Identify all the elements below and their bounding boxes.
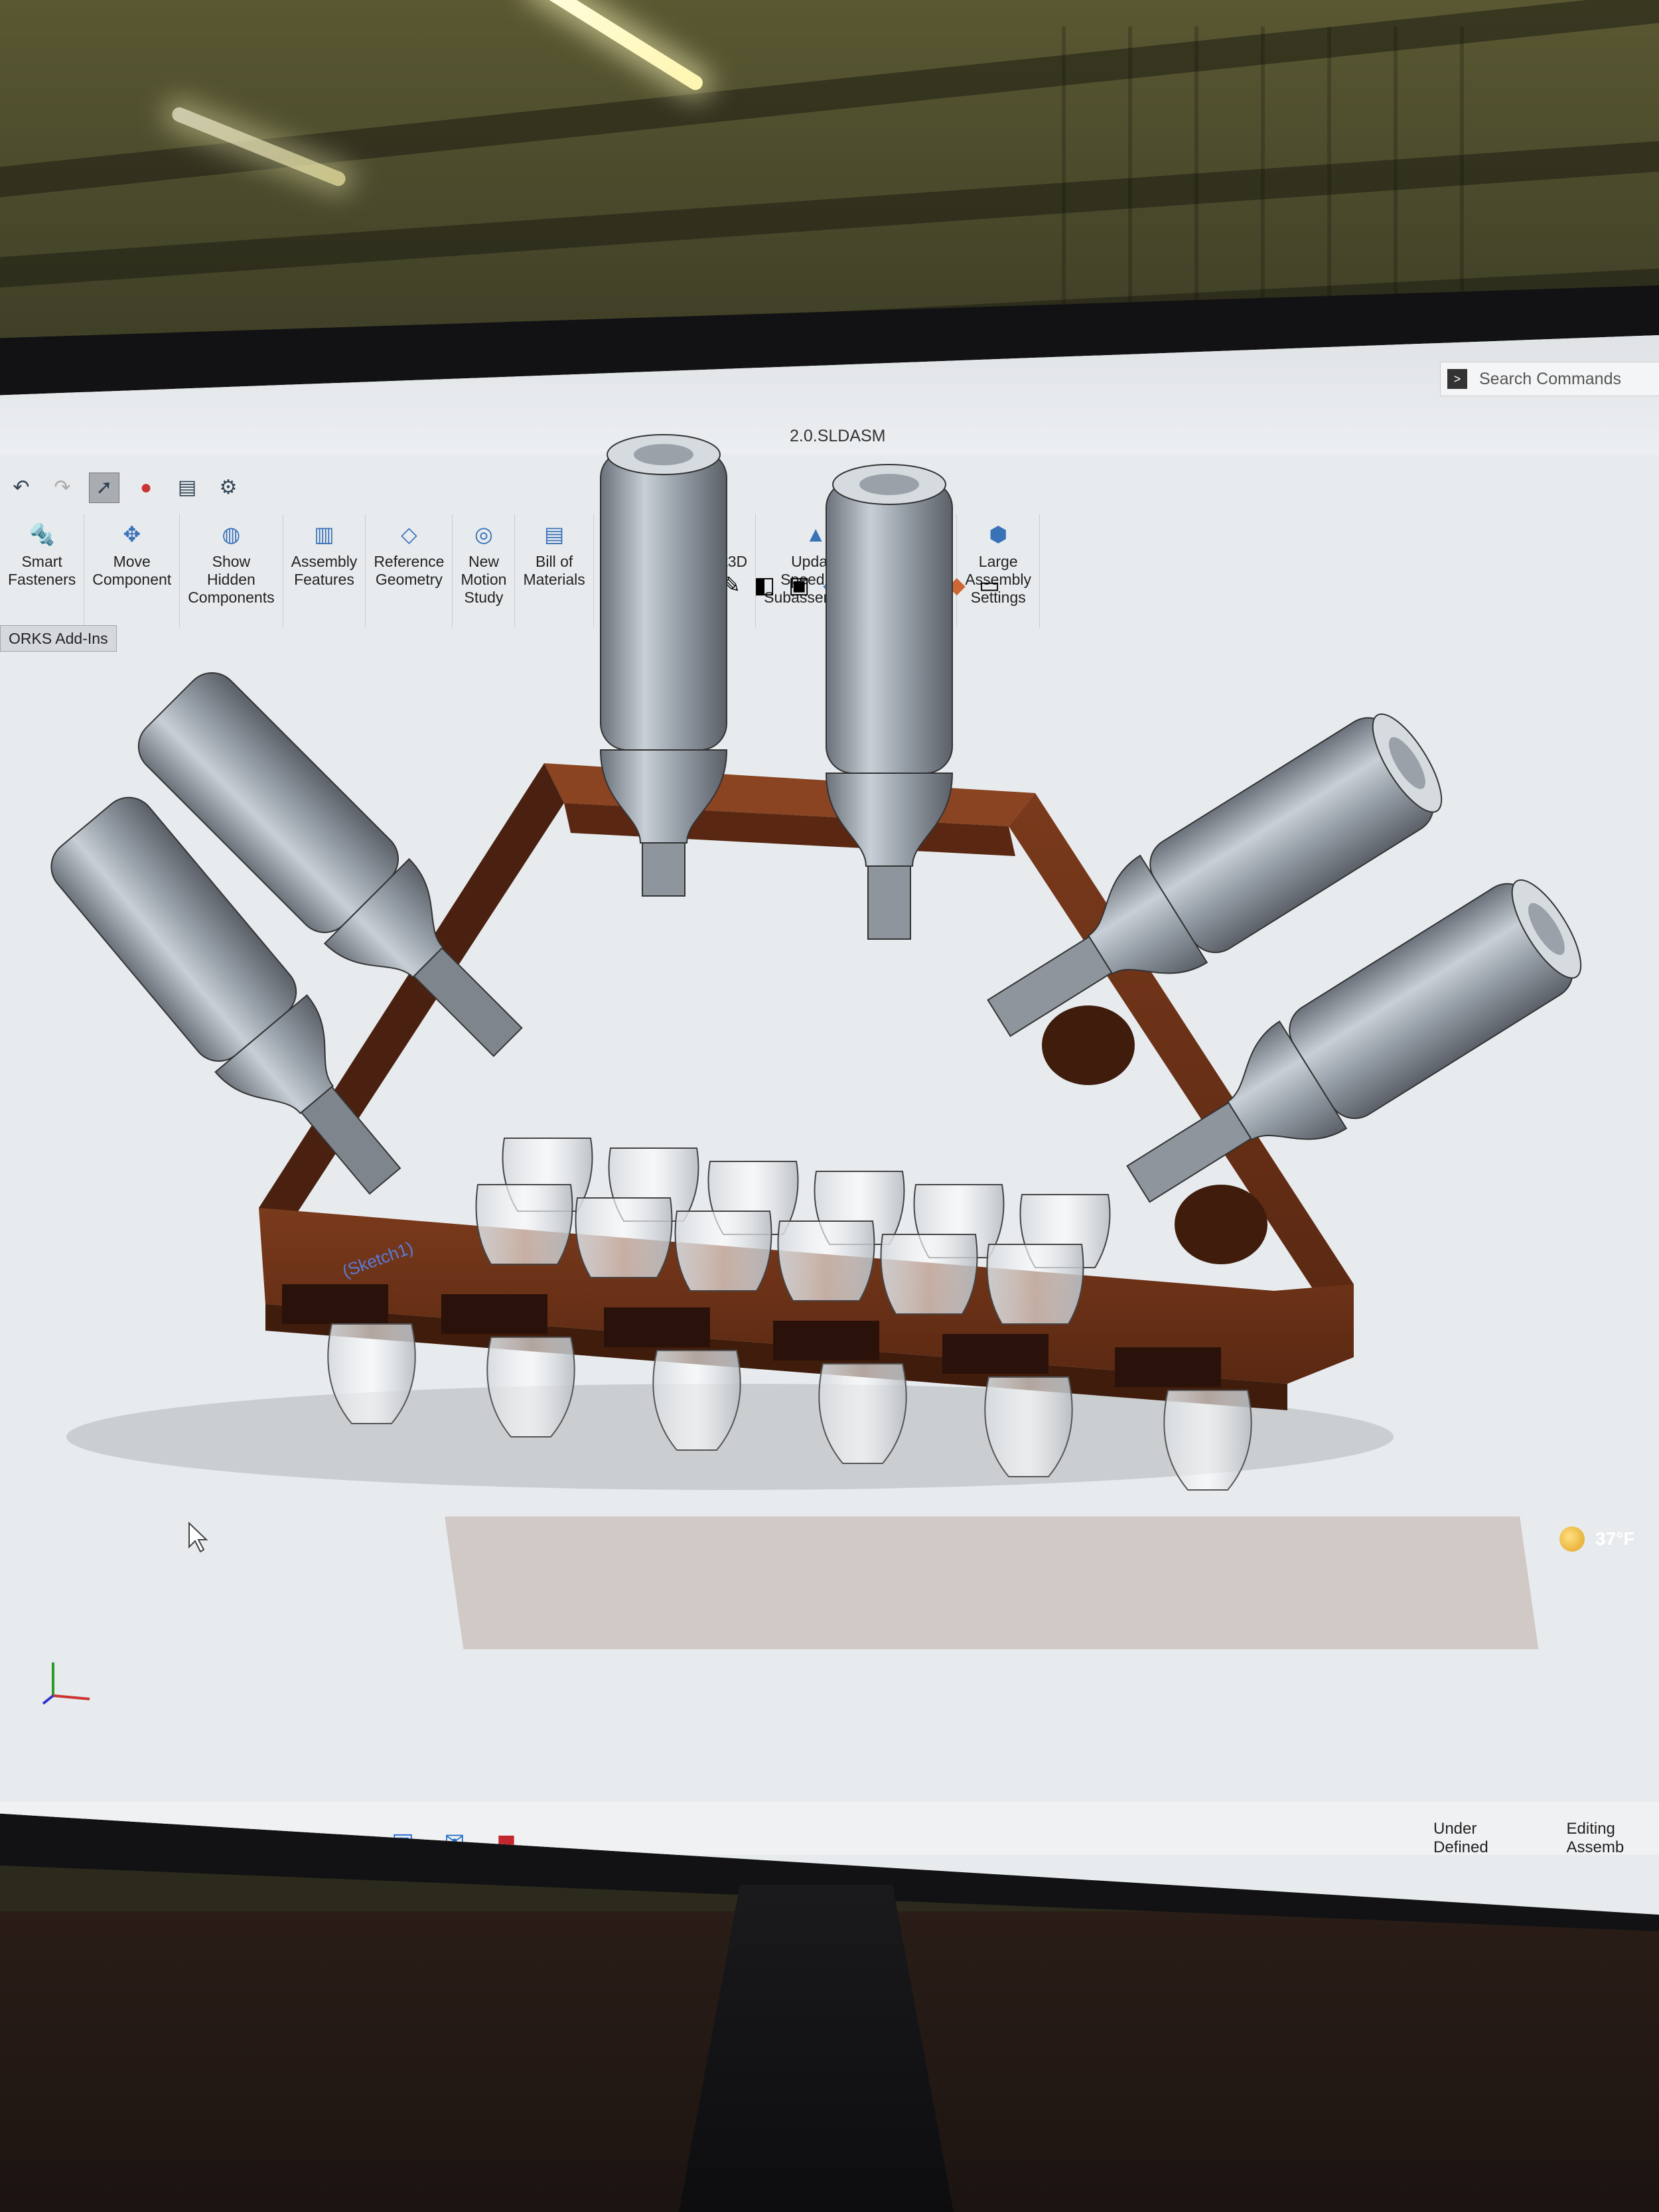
status-mode: Editing Assemb	[1566, 1820, 1624, 1856]
weather-sun-icon[interactable]	[1559, 1526, 1585, 1552]
weather-temperature: 37°F	[1595, 1528, 1635, 1549]
coordinate-triad	[42, 1662, 90, 1705]
graphics-area[interactable]: (Sketch1)	[0, 335, 1659, 1915]
mouse-cursor-icon	[188, 1521, 208, 1553]
status-definition: Under Defined	[1433, 1820, 1488, 1856]
wine-bottle	[825, 464, 954, 940]
floor-reflection	[445, 1516, 1539, 1649]
status-bar: Under Defined Editing Assemb	[1433, 1820, 1659, 1857]
monitor-screen: 2.0.SLDASM > Search Commands ↶ ↷ ➚ ● ▤ ⚙…	[0, 335, 1659, 1915]
ceiling-light	[528, 0, 706, 93]
system-tray: 37°F	[1559, 1526, 1634, 1552]
